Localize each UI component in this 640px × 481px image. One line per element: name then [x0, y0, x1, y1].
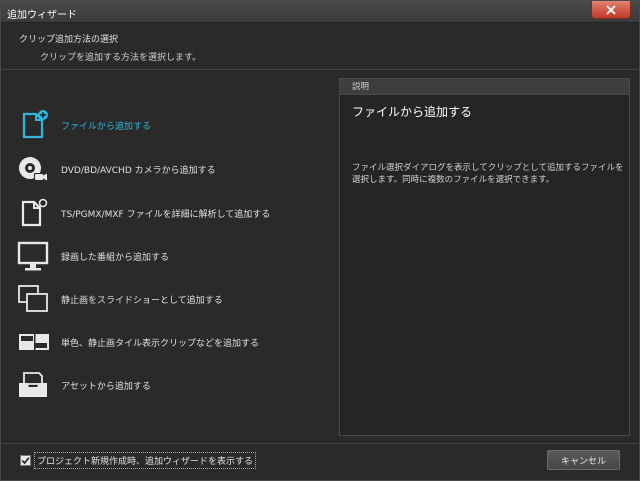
header-title: クリップ追加方法の選択	[19, 35, 119, 45]
show-wizard-label[interactable]: プロジェクト新規作成時、追加ウィザードを表示する	[34, 452, 257, 469]
close-button[interactable]	[591, 1, 631, 19]
cancel-button[interactable]: キャンセル	[547, 450, 620, 470]
wizard-header: クリップ追加方法の選択 クリップを追加する方法を選択します。	[2, 24, 638, 70]
header-subtitle: クリップを追加する方法を選択します。	[40, 53, 202, 63]
checkmark-icon	[21, 457, 30, 465]
option-label: 静止画をスライドショーとして追加する	[61, 295, 223, 306]
description-body: ファイル選択ダイアログを表示してクリップとして追加するファイルを選択します。同時…	[352, 163, 624, 185]
description-title: ファイルから追加する	[352, 105, 473, 119]
option-add-from-file[interactable]: ファイルから追加する	[15, 107, 315, 143]
asset-tray-icon	[19, 372, 47, 397]
option-add-color-tile-clip[interactable]: 単色、静止画タイル表示クリップなどを追加する	[15, 324, 315, 360]
title-bar[interactable]: 追加ウィザード	[1, 1, 639, 23]
file-search-icon	[21, 198, 48, 227]
option-label: ファイルから追加する	[61, 121, 152, 132]
option-add-from-asset[interactable]: アセットから追加する	[15, 367, 315, 403]
show-wizard-option[interactable]: プロジェクト新規作成時、追加ウィザードを表示する	[20, 452, 257, 469]
option-label: 録画した番組から追加する	[61, 252, 170, 263]
option-label: アセットから追加する	[61, 381, 151, 392]
slideshow-icon	[18, 285, 48, 312]
tile-icon	[19, 334, 49, 350]
option-label: DVD/BD/AVCHD カメラから追加する	[61, 165, 216, 176]
option-label: 単色、静止画タイル表示クリップなどを追加する	[61, 338, 260, 349]
option-add-slideshow[interactable]: 静止画をスライドショーとして追加する	[15, 281, 315, 317]
show-wizard-checkbox[interactable]	[20, 455, 31, 466]
description-header: 説明	[340, 79, 629, 95]
footer-divider	[2, 443, 638, 444]
option-label: TS/PGMX/MXF ファイルを詳細に解析して追加する	[61, 209, 271, 220]
option-add-from-disc-camera[interactable]: DVD/BD/AVCHD カメラから追加する	[15, 151, 315, 187]
file-add-icon	[22, 110, 48, 139]
monitor-icon	[17, 241, 49, 271]
disc-camera-icon	[19, 157, 47, 181]
option-add-recorded-program[interactable]: 録画した番組から追加する	[15, 238, 315, 274]
description-panel: 説明 ファイルから追加する ファイル選択ダイアログを表示してクリップとして追加す…	[339, 78, 630, 436]
window-title: 追加ウィザード	[7, 10, 77, 21]
close-icon	[606, 5, 616, 14]
option-analyze-ts-file[interactable]: TS/PGMX/MXF ファイルを詳細に解析して追加する	[15, 195, 315, 231]
wizard-window: 追加ウィザード クリップ追加方法の選択 クリップを追加する方法を選択します。 フ…	[0, 0, 640, 481]
